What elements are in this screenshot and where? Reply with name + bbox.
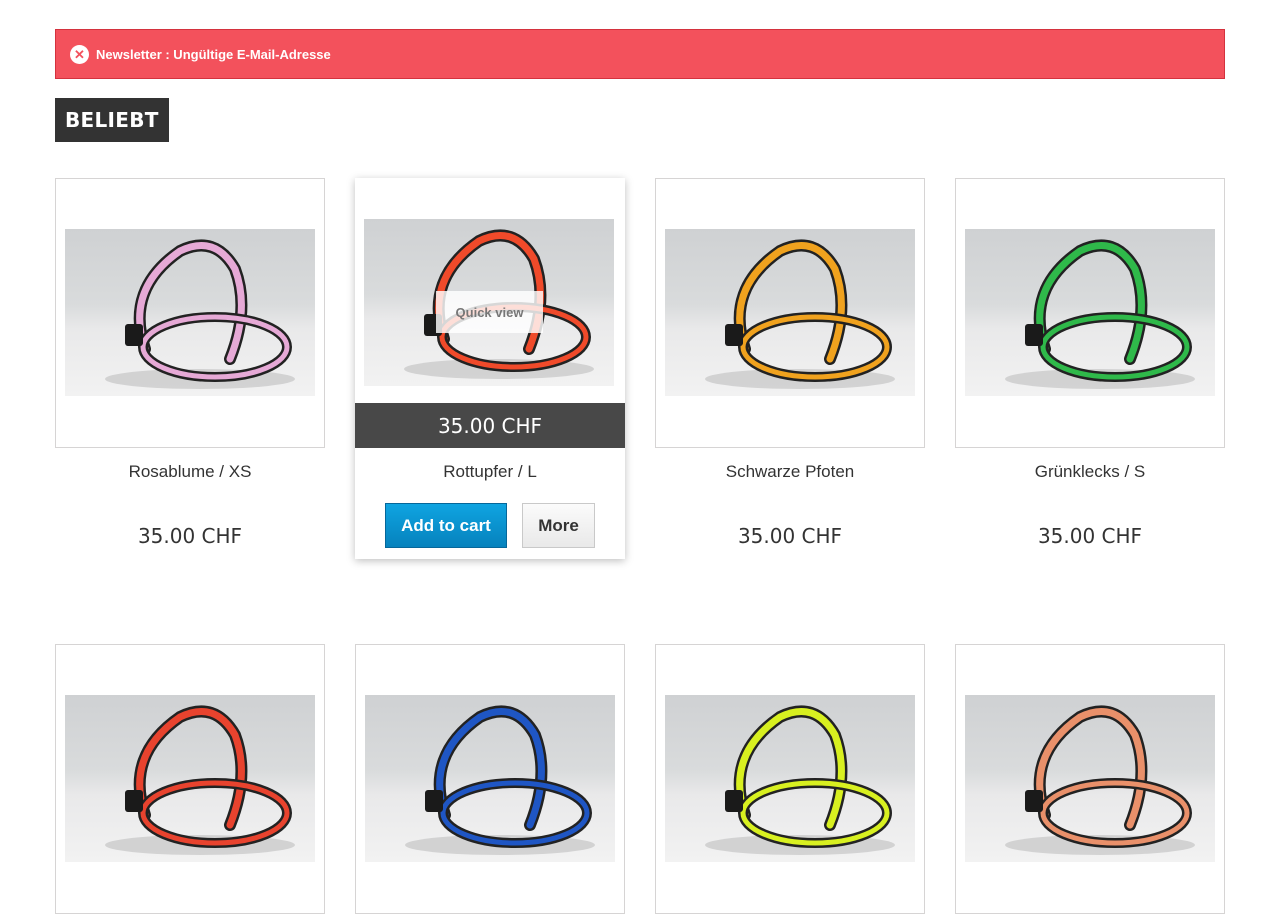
harness-buckle xyxy=(1025,324,1043,346)
product-price: 35.00 CHF xyxy=(1037,524,1143,548)
harness-chest-strap xyxy=(1040,780,1190,846)
harness-buckle xyxy=(725,790,743,812)
product-image-box[interactable]: Quick view 35.00 CHF xyxy=(355,178,625,448)
harness-lining xyxy=(133,239,248,365)
product-card-hovered[interactable]: Quick view 35.00 CHF Rottupfer / L Add t… xyxy=(355,178,625,559)
more-button[interactable]: More xyxy=(522,503,595,548)
product-card[interactable] xyxy=(55,644,325,914)
product-price: 35.00 CHF xyxy=(737,524,843,548)
harness-lining xyxy=(733,239,848,365)
harness-chest-strap xyxy=(740,780,890,846)
newsletter-error-alert: ✕ Newsletter : Ungültige E-Mail-Adresse xyxy=(55,29,1225,79)
price-overlay: 35.00 CHF xyxy=(355,403,625,448)
product-name[interactable]: Rottupfer / L xyxy=(355,462,625,482)
harness-lining xyxy=(1033,705,1148,831)
product-photo[interactable]: Quick view xyxy=(364,219,614,386)
product-image-box[interactable] xyxy=(355,644,625,914)
harness-buckle xyxy=(125,790,143,812)
product-image-box[interactable] xyxy=(55,644,325,914)
product-card[interactable] xyxy=(655,644,925,914)
harness-buckle xyxy=(425,790,443,812)
product-card[interactable]: Schwarze Pfoten 35.00 CHF xyxy=(655,178,925,558)
product-name[interactable]: Grünklecks / S xyxy=(955,462,1225,482)
product-photo[interactable] xyxy=(665,695,915,862)
harness-chest-strap xyxy=(140,314,290,380)
harness-chest-strap xyxy=(140,780,290,846)
product-card[interactable]: Grünklecks / S 35.00 CHF xyxy=(955,178,1225,558)
harness-buckle xyxy=(125,324,143,346)
quick-view-button[interactable]: Quick view xyxy=(436,291,543,333)
harness-chest-strap xyxy=(740,314,890,380)
product-image-box[interactable] xyxy=(955,644,1225,914)
section-title: BELIEBT xyxy=(55,98,169,142)
harness-buckle xyxy=(1025,790,1043,812)
harness-lining xyxy=(1033,239,1148,365)
product-photo[interactable] xyxy=(965,229,1215,396)
product-name[interactable]: Rosablume / XS xyxy=(55,462,325,482)
product-photo[interactable] xyxy=(665,229,915,396)
add-to-cart-button[interactable]: Add to cart xyxy=(385,503,507,548)
product-card[interactable] xyxy=(355,644,625,914)
product-photo[interactable] xyxy=(65,229,315,396)
product-name[interactable]: Schwarze Pfoten xyxy=(655,462,925,482)
product-image-box[interactable] xyxy=(955,178,1225,448)
product-price: 35.00 CHF xyxy=(137,524,243,548)
product-image-box[interactable] xyxy=(55,178,325,448)
harness-lining xyxy=(433,705,548,831)
close-circle-icon[interactable]: ✕ xyxy=(70,44,89,64)
harness-lining xyxy=(133,705,248,831)
product-photo[interactable] xyxy=(965,695,1215,862)
harness-lining xyxy=(733,705,848,831)
product-card[interactable] xyxy=(955,644,1225,914)
harness-chest-strap xyxy=(1040,314,1190,380)
product-image-box[interactable] xyxy=(655,178,925,448)
alert-message: Newsletter : Ungültige E-Mail-Adresse xyxy=(96,46,331,62)
harness-buckle xyxy=(725,324,743,346)
product-image-box[interactable] xyxy=(655,644,925,914)
product-card[interactable]: Rosablume / XS 35.00 CHF xyxy=(55,178,325,558)
product-photo[interactable] xyxy=(365,695,615,862)
product-photo[interactable] xyxy=(65,695,315,862)
harness-chest-strap xyxy=(440,780,590,846)
